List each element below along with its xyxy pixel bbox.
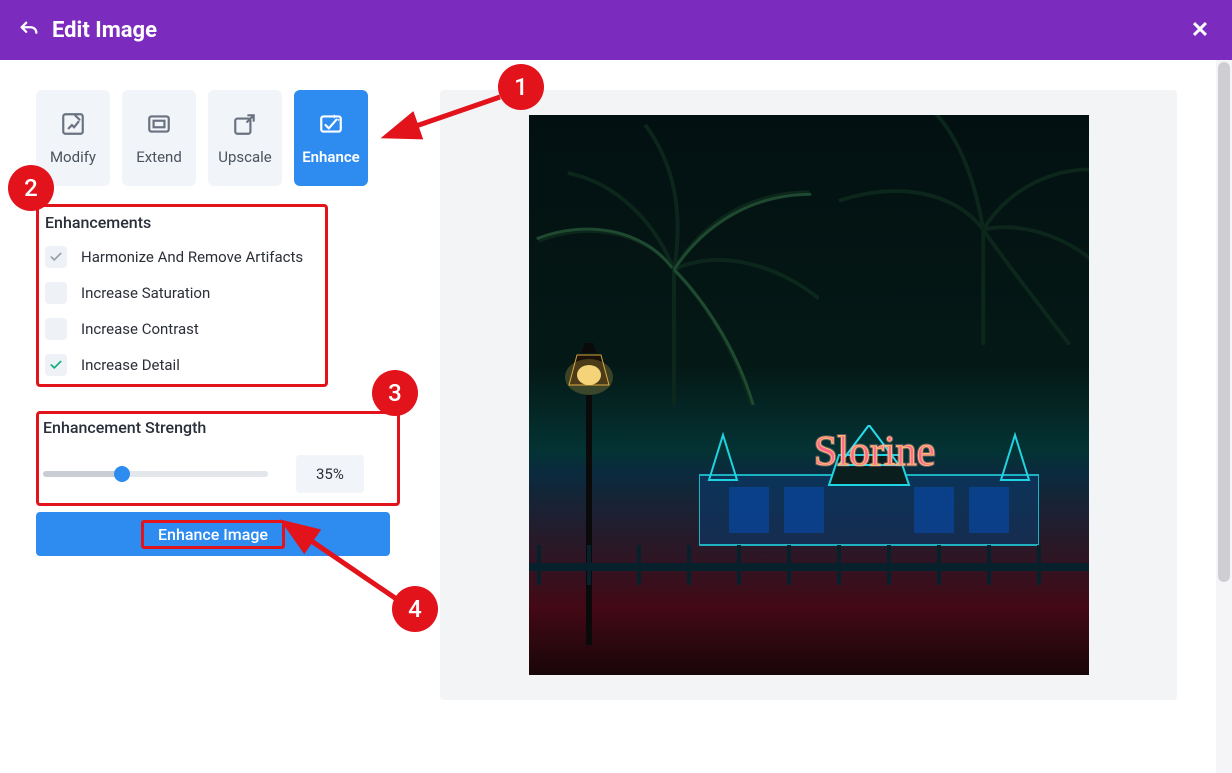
strength-title: Enhancement Strength bbox=[43, 418, 387, 437]
strength-section: Enhancement Strength 35% bbox=[36, 411, 400, 506]
scrollbar[interactable] bbox=[1216, 60, 1232, 773]
preview-panel: Slorine Slorine bbox=[440, 60, 1232, 773]
scrollbar-thumb[interactable] bbox=[1218, 62, 1230, 582]
tab-upscale[interactable]: Upscale bbox=[208, 90, 282, 186]
enhance-image-icon bbox=[317, 110, 345, 138]
upscale-image-icon bbox=[231, 110, 259, 138]
enhance-image-button[interactable]: Enhance Image bbox=[36, 512, 390, 556]
main-layout: Modify Extend bbox=[0, 60, 1232, 773]
tab-enhance[interactable]: Enhance bbox=[294, 90, 368, 186]
strength-value: 35% bbox=[296, 455, 364, 493]
page-title: Edit Image bbox=[52, 18, 157, 43]
checkbox-detail[interactable] bbox=[45, 354, 67, 376]
option-harmonize-label: Harmonize And Remove Artifacts bbox=[81, 248, 303, 266]
enhancements-section: Enhancements Harmonize And Remove Artifa… bbox=[36, 204, 328, 387]
preview-image: Slorine Slorine bbox=[529, 115, 1089, 675]
palm-silhouette-icon bbox=[809, 115, 1089, 345]
fence-icon bbox=[529, 545, 1089, 585]
mode-tabs: Modify Extend bbox=[36, 90, 404, 186]
option-harmonize: Harmonize And Remove Artifacts bbox=[45, 246, 319, 268]
checkbox-harmonize[interactable] bbox=[45, 246, 67, 268]
close-button[interactable]: ✕ bbox=[1186, 16, 1214, 44]
enhancements-title: Enhancements bbox=[45, 213, 319, 232]
checkbox-contrast[interactable] bbox=[45, 318, 67, 340]
preview-frame: Slorine Slorine bbox=[440, 90, 1177, 700]
tab-upscale-label: Upscale bbox=[218, 148, 272, 166]
extend-image-icon bbox=[145, 110, 173, 138]
option-detail-label: Increase Detail bbox=[81, 356, 180, 374]
tab-extend-label: Extend bbox=[136, 148, 182, 166]
svg-text:Slorine: Slorine bbox=[814, 429, 935, 475]
back-button[interactable] bbox=[18, 19, 40, 41]
slider-thumb[interactable] bbox=[114, 466, 130, 482]
tab-modify[interactable]: Modify bbox=[36, 90, 110, 186]
strength-slider[interactable] bbox=[43, 471, 268, 477]
tab-modify-label: Modify bbox=[50, 148, 96, 166]
undo-arrow-icon bbox=[18, 19, 40, 41]
slider-fill bbox=[43, 471, 122, 477]
neon-sign-icon: Slorine Slorine bbox=[809, 415, 979, 485]
option-contrast-label: Increase Contrast bbox=[81, 320, 199, 338]
enhance-image-button-label: Enhance Image bbox=[141, 520, 285, 549]
header-bar: Edit Image ✕ bbox=[0, 0, 1232, 60]
option-saturation: Increase Saturation bbox=[45, 282, 319, 304]
checkbox-saturation[interactable] bbox=[45, 282, 67, 304]
tab-extend[interactable]: Extend bbox=[122, 90, 196, 186]
option-saturation-label: Increase Saturation bbox=[81, 284, 210, 302]
tab-enhance-label: Enhance bbox=[302, 148, 360, 166]
controls-panel: Modify Extend bbox=[0, 60, 440, 773]
street-lamp-icon bbox=[559, 325, 619, 645]
close-icon: ✕ bbox=[1191, 18, 1209, 43]
option-contrast: Increase Contrast bbox=[45, 318, 319, 340]
edit-image-icon bbox=[59, 110, 87, 138]
option-detail: Increase Detail bbox=[45, 354, 319, 376]
